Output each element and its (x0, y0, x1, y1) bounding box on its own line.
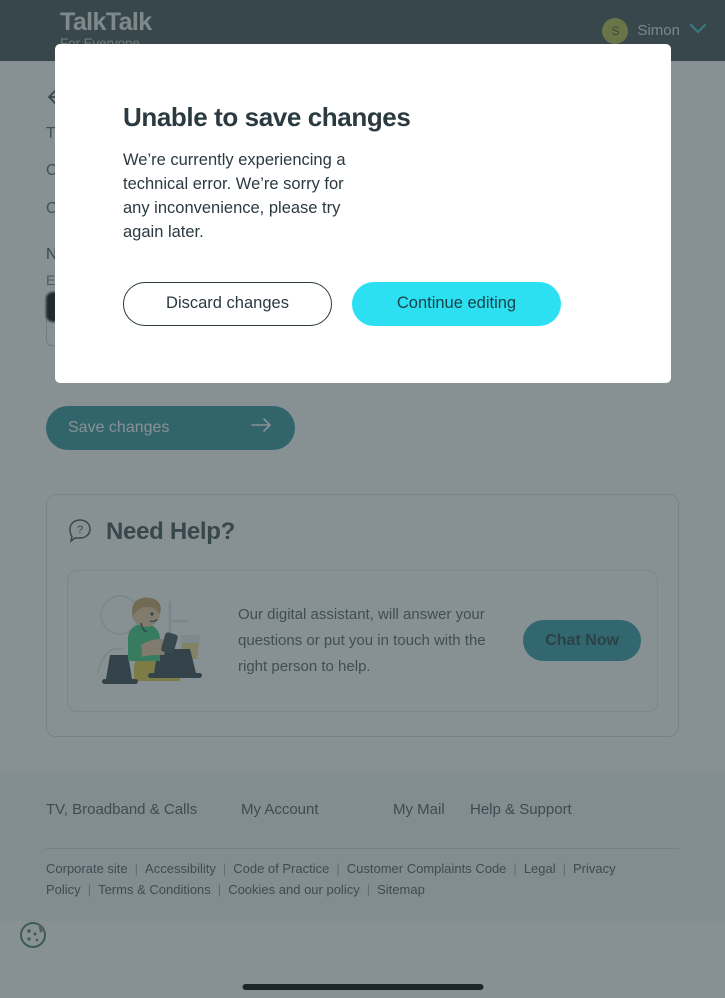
discard-changes-button[interactable]: Discard changes (123, 281, 332, 326)
modal-message: We’re currently experiencing a technical… (123, 151, 346, 241)
modal-actions: Discard changes Continue editing (123, 281, 603, 326)
home-indicator (242, 984, 483, 990)
modal-title: Unable to save changes (123, 102, 411, 132)
app-root: TalkTalk For Everyone S Simon T C C (0, 0, 725, 998)
continue-editing-button[interactable]: Continue editing (352, 281, 561, 326)
unable-to-save-modal: Unable to save changes We’re currently e… (55, 44, 671, 383)
